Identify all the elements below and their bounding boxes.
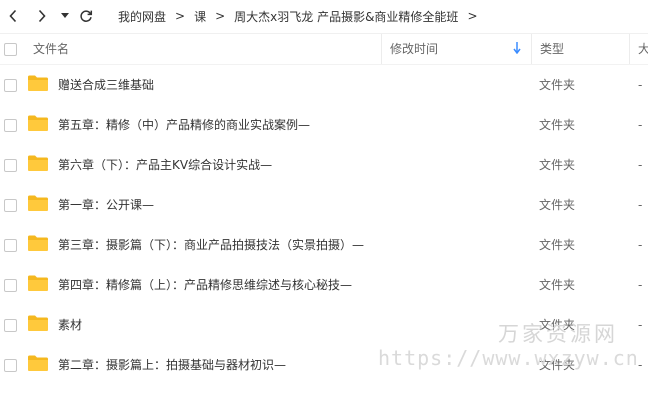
file-name[interactable]: 第三章：摄影篇（下）：商业产品拍摄技法（实景拍摄）—	[58, 226, 364, 266]
file-row[interactable]: 第二章：摄影篇上：拍摄基础与器材初识— 文件夹 -	[0, 346, 648, 386]
breadcrumb-item-course[interactable]: 课	[194, 8, 206, 25]
breadcrumb-item-my-drive[interactable]: 我的网盘	[118, 8, 166, 25]
file-name[interactable]: 素材	[58, 306, 82, 346]
breadcrumb-separator: >	[175, 9, 186, 23]
file-size: -	[638, 118, 643, 132]
select-all-checkbox[interactable]	[4, 43, 17, 56]
file-row[interactable]: 第四章：精修篇（上）：产品精修思维综述与核心秘技— 文件夹 -	[0, 266, 648, 306]
column-header-modified[interactable]: 修改时间	[381, 34, 531, 64]
breadcrumb: 我的网盘 > 课 > 周大杰x羽飞龙 产品摄影&商业精修全能班 >	[118, 7, 487, 25]
toolbar: 我的网盘 > 课 > 周大杰x羽飞龙 产品摄影&商业精修全能班 >	[0, 0, 648, 33]
row-checkbox[interactable]	[4, 199, 17, 212]
file-size: -	[638, 358, 643, 372]
folder-icon	[28, 355, 48, 371]
file-name[interactable]: 第五章：精修（中）产品精修的商业实战案例—	[58, 106, 310, 146]
file-name[interactable]: 第二章：摄影篇上：拍摄基础与器材初识—	[58, 346, 286, 386]
row-checkbox[interactable]	[4, 79, 17, 92]
folder-icon	[28, 235, 48, 251]
file-list-header: 文件名 修改时间 类型 大	[0, 33, 648, 65]
chevron-right-icon	[38, 9, 46, 23]
breadcrumb-separator: >	[215, 9, 226, 23]
file-type: 文件夹	[539, 278, 576, 292]
folder-icon	[28, 275, 48, 291]
caret-down-icon	[61, 13, 69, 18]
row-checkbox[interactable]	[4, 239, 17, 252]
folder-icon	[28, 115, 48, 131]
folder-icon	[28, 155, 48, 171]
file-row[interactable]: 第六章（下）：产品主KV综合设计实战— 文件夹 -	[0, 146, 648, 186]
refresh-icon	[80, 10, 93, 22]
row-checkbox[interactable]	[4, 319, 17, 332]
forward-button[interactable]	[33, 6, 51, 26]
file-row[interactable]: 素材 文件夹 -	[0, 306, 648, 346]
file-name[interactable]: 第六章（下）：产品主KV综合设计实战—	[58, 146, 272, 186]
file-type: 文件夹	[539, 158, 576, 172]
history-dropdown-button[interactable]	[58, 6, 72, 26]
column-header-name[interactable]: 文件名	[33, 34, 69, 64]
file-row[interactable]: 第一章：公开课— 文件夹 -	[0, 186, 648, 226]
file-type: 文件夹	[539, 78, 576, 92]
row-checkbox[interactable]	[4, 159, 17, 172]
breadcrumb-item-current-folder[interactable]: 周大杰x羽飞龙 产品摄影&商业精修全能班	[234, 8, 458, 25]
file-size: -	[638, 318, 643, 332]
column-header-size[interactable]: 大	[629, 34, 648, 64]
folder-icon	[28, 315, 48, 331]
refresh-button[interactable]	[77, 6, 95, 26]
row-checkbox[interactable]	[4, 119, 17, 132]
file-row[interactable]: 第五章：精修（中）产品精修的商业实战案例— 文件夹 -	[0, 106, 648, 146]
back-button[interactable]	[4, 6, 22, 26]
file-size: -	[638, 278, 643, 292]
file-size: -	[638, 78, 643, 92]
row-checkbox[interactable]	[4, 279, 17, 292]
file-row[interactable]: 第三章：摄影篇（下）：商业产品拍摄技法（实景拍摄）— 文件夹 -	[0, 226, 648, 266]
file-type: 文件夹	[539, 358, 576, 372]
file-type: 文件夹	[539, 238, 576, 252]
file-size: -	[638, 198, 643, 212]
column-header-type[interactable]: 类型	[531, 34, 629, 64]
file-name[interactable]: 第一章：公开课—	[58, 186, 154, 226]
chevron-left-icon	[9, 9, 17, 23]
arrow-down-icon[interactable]	[513, 42, 521, 54]
file-name[interactable]: 赠送合成三维基础	[58, 66, 154, 106]
file-size: -	[638, 158, 643, 172]
file-size: -	[638, 238, 643, 252]
file-type: 文件夹	[539, 118, 576, 132]
row-checkbox[interactable]	[4, 359, 17, 372]
file-row[interactable]: 赠送合成三维基础 文件夹 -	[0, 66, 648, 106]
folder-icon	[28, 75, 48, 91]
breadcrumb-separator: >	[467, 9, 478, 23]
file-type: 文件夹	[539, 198, 576, 212]
folder-icon	[28, 195, 48, 211]
file-name[interactable]: 第四章：精修篇（上）：产品精修思维综述与核心秘技—	[58, 266, 352, 306]
file-type: 文件夹	[539, 318, 576, 332]
